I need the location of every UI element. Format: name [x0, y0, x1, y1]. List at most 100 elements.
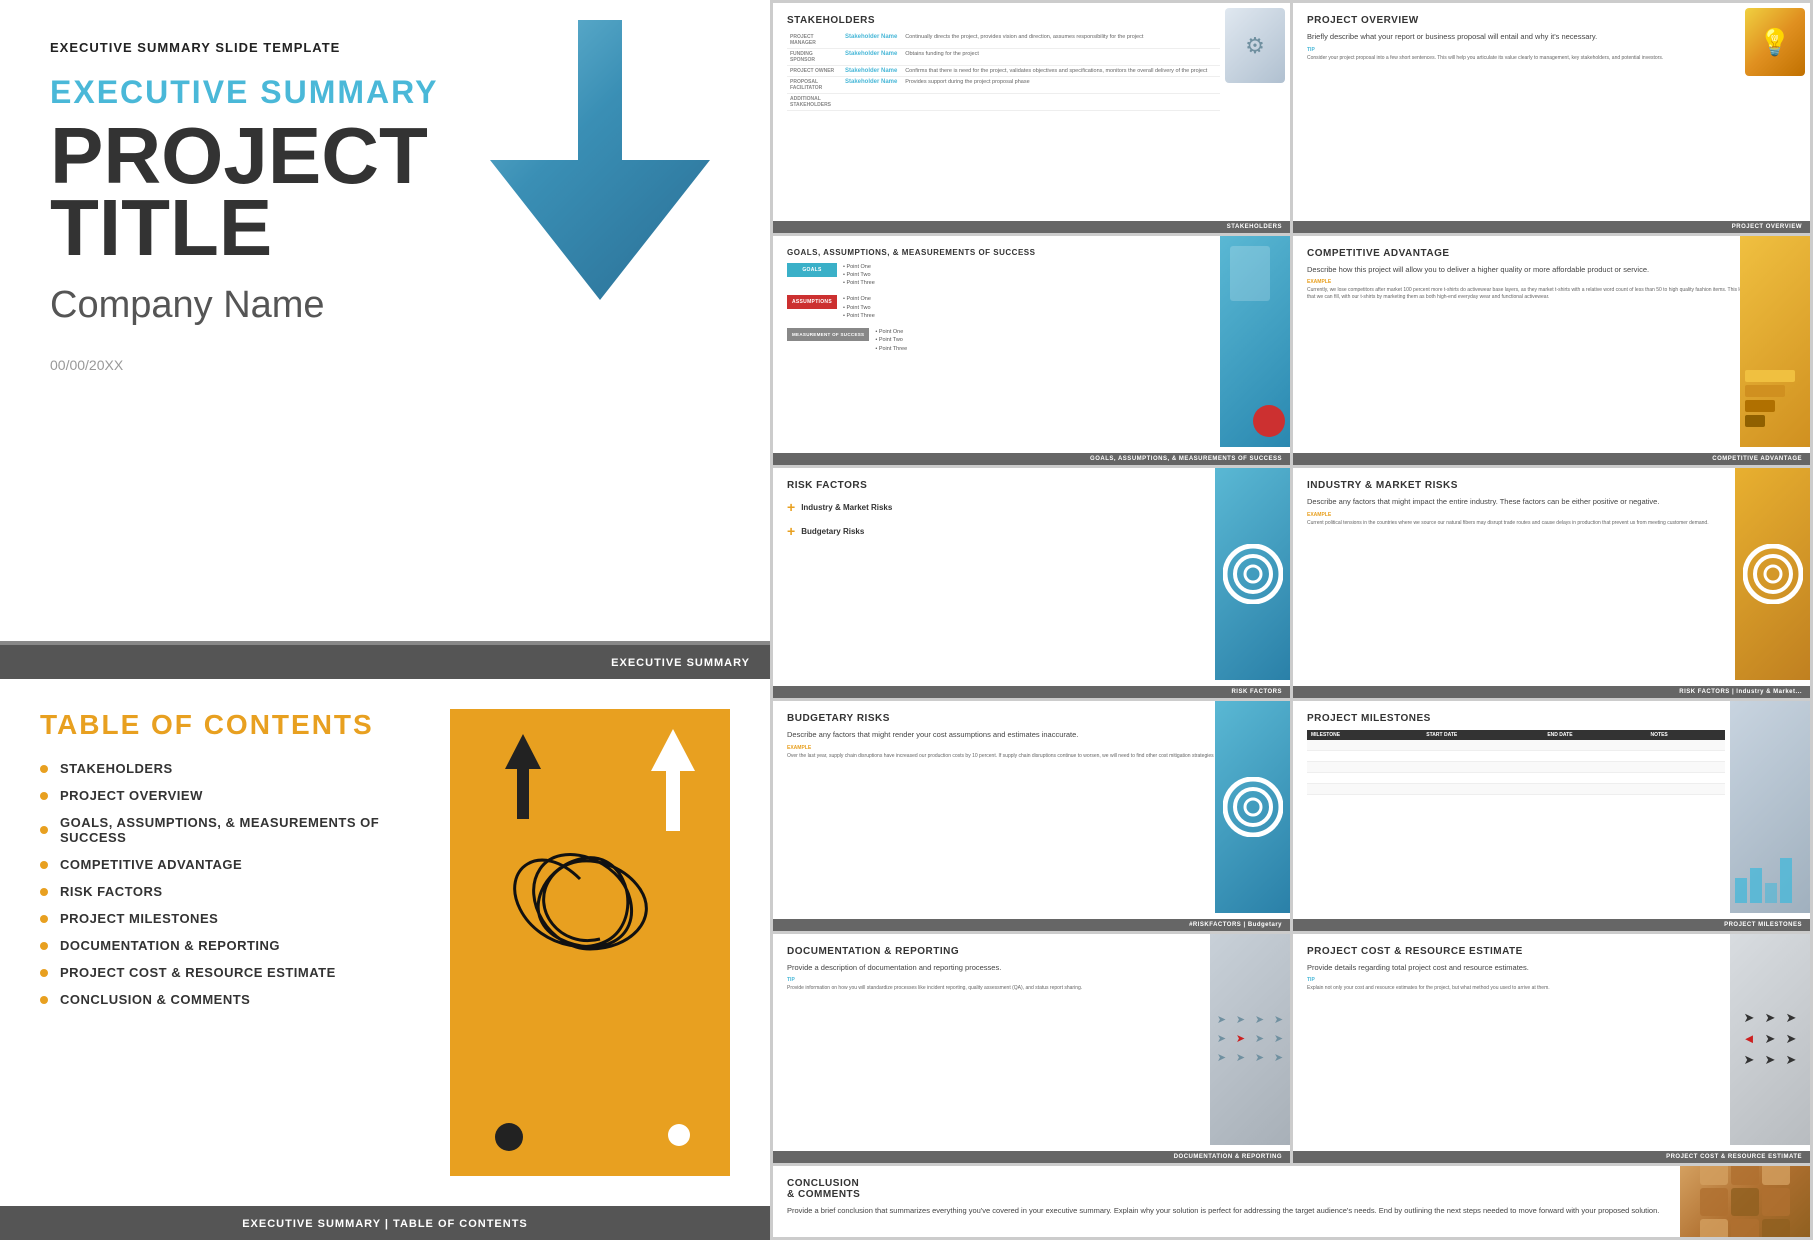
main-container: EXECUTIVE SUMMARY SLIDE TEMPLATE EXECUTI… [0, 0, 1813, 1240]
toc-bullet [40, 969, 48, 977]
risk-item-industry: + Industry & Market Risks [787, 499, 1276, 515]
risk-maze-img [1215, 468, 1290, 680]
slide-toc: TABLE OF CONTENTS STAKEHOLDERS PROJECT O… [0, 679, 770, 1240]
documentation-tip-label: TIP [787, 977, 1205, 983]
toc-text: DOCUMENTATION & REPORTING [60, 938, 280, 953]
project-overview-title: PROJECT OVERVIEW [1307, 15, 1796, 26]
risk-text-budgetary: Budgetary Risks [801, 527, 864, 536]
toc-item-documentation: DOCUMENTATION & REPORTING [40, 938, 430, 953]
goals-label-assumptions: ASSUMPTIONS [787, 295, 837, 309]
toc-bullet [40, 826, 48, 834]
mini-slide-industry-risks: INDUSTRY & MARKET RISKS Describe any fac… [1293, 468, 1810, 698]
toc-item-goals: GOALS, ASSUMPTIONS, & MEASUREMENTS OF SU… [40, 815, 430, 845]
goals-row-goals: GOALS • Point One• Point Two• Point Thre… [787, 263, 1276, 288]
industry-risks-example-body: Current political tensions in the countr… [1307, 520, 1796, 527]
mini-slide-budgetary-risks: BUDGETARY RISKS Describe any factors tha… [773, 701, 1290, 931]
slide-executive-summary: EXECUTIVE SUMMARY SLIDE TEMPLATE EXECUTI… [0, 0, 770, 645]
risk-item-budgetary: + Budgetary Risks [787, 523, 1276, 539]
competitive-advantage-title: COMPETITIVE ADVANTAGE [1307, 248, 1796, 259]
toc-bullet [40, 792, 48, 800]
maze-svg-budgetary [1223, 777, 1283, 837]
goals-points-goals: • Point One• Point Two• Point Three [843, 263, 875, 288]
toc-text: RISK FACTORS [60, 884, 163, 899]
stakeholders-title: STAKEHOLDERS [787, 15, 1220, 26]
toc-item-conclusion: CONCLUSION & COMMENTS [40, 992, 430, 1007]
project-cost-title: PROJECT COST & RESOURCE ESTIMATE [1307, 946, 1725, 957]
maze-svg-orange [1743, 544, 1803, 604]
project-milestones-footer: PROJECT MILESTONES [1293, 919, 1810, 931]
toc-content: TABLE OF CONTENTS STAKEHOLDERS PROJECT O… [0, 679, 770, 1206]
comp-adv-img [1740, 236, 1810, 448]
slide1-footer: EXECUTIVE SUMMARY [0, 645, 770, 679]
toc-bullet [40, 765, 48, 773]
toc-bottom-circle-white [668, 1124, 690, 1146]
mini-slide-project-overview: PROJECT OVERVIEW Briefly describe what y… [1293, 3, 1810, 233]
comp-adv-example-body: Currently, we lose competitors after mar… [1307, 287, 1796, 301]
toc-item-milestones: PROJECT MILESTONES [40, 911, 430, 926]
toc-item-cost: PROJECT COST & RESOURCE ESTIMATE [40, 965, 430, 980]
project-cost-body: Provide details regarding total project … [1307, 963, 1725, 974]
toc-bullet [40, 996, 48, 1004]
stakeholders-img: ⚙ [1225, 8, 1285, 83]
arrow-image-area [490, 20, 750, 340]
toc-bullet [40, 942, 48, 950]
risk-plus-items: + Industry & Market Risks + Budgetary Ri… [787, 499, 1276, 539]
documentation-footer: DOCUMENTATION & REPORTING [773, 1151, 1290, 1163]
toc-text: CONCLUSION & COMMENTS [60, 992, 250, 1007]
goals-footer: GOALS, ASSUMPTIONS, & MEASUREMENTS OF SU… [773, 453, 1290, 465]
stakeholders-footer: STAKEHOLDERS [773, 221, 1290, 233]
goals-row-measurement: MEASUREMENT OF SUCCESS • Point One• Poin… [787, 328, 1276, 353]
industry-risks-footer: RISK FACTORS | Industry & Market... [1293, 686, 1810, 698]
project-overview-body: Briefly describe what your report or bus… [1307, 32, 1796, 43]
budgetary-risks-body: Describe any factors that might render y… [787, 730, 1276, 741]
goals-points-assumptions: • Point One• Point Two• Point Three [843, 295, 875, 320]
documentation-title: DOCUMENTATION & REPORTING [787, 946, 1205, 957]
goals-points-measurement: • Point One• Point Two• Point Three [875, 328, 907, 353]
industry-risks-title: INDUSTRY & MARKET RISKS [1307, 480, 1796, 491]
toc-item-project-overview: PROJECT OVERVIEW [40, 788, 430, 803]
plus-icon-budgetary: + [787, 523, 795, 539]
risk-factors-title: RISK FACTORS [787, 480, 1276, 491]
industry-risks-body: Describe any factors that might impact t… [1307, 497, 1796, 508]
budgetary-risks-title: BUDGETARY RISKS [787, 713, 1276, 724]
documentation-tip-body: Provide information on how you will stan… [787, 985, 1205, 992]
documentation-body: Provide a description of documentation a… [787, 963, 1205, 974]
right-panel: STAKEHOLDERS PROJECT MANAGER Stakeholder… [770, 0, 1813, 1240]
budgetary-risks-example-body: Over the last year, supply chain disrupt… [787, 753, 1276, 760]
risk-text-industry: Industry & Market Risks [801, 503, 892, 512]
goals-label-goals: GOALS [787, 263, 837, 277]
project-overview-tip-label: TIP [1307, 47, 1796, 53]
project-cost-tip-body: Explain not only your cost and resource … [1307, 985, 1725, 992]
slide1-date: 00/00/20XX [50, 357, 720, 373]
comp-adv-footer: COMPETITIVE ADVANTAGE [1293, 453, 1810, 465]
toc-text: PROJECT OVERVIEW [60, 788, 203, 803]
project-overview-img: 💡 [1745, 8, 1805, 76]
toc-text: GOALS, ASSUMPTIONS, & MEASUREMENTS OF SU… [60, 815, 430, 845]
toc-item-stakeholders: STAKEHOLDERS [40, 761, 430, 776]
goals-block: GOALS • Point One• Point Two• Point Thre… [787, 263, 1276, 353]
project-cost-tip-label: TIP [1307, 977, 1725, 983]
mini-slide-goals: GOALS, ASSUMPTIONS, & MEASUREMENTS OF SU… [773, 236, 1290, 466]
mini-slide-documentation: DOCUMENTATION & REPORTING Provide a desc… [773, 934, 1290, 1164]
arrow-shape [490, 20, 710, 300]
left-panel: EXECUTIVE SUMMARY SLIDE TEMPLATE EXECUTI… [0, 0, 770, 1240]
project-milestones-title: PROJECT MILESTONES [1307, 713, 1725, 724]
goals-right-img [1220, 236, 1290, 448]
comp-adv-example-label: EXAMPLE [1307, 279, 1796, 285]
milestones-table: MILESTONE START DATE END DATE NOTES [1307, 730, 1725, 795]
toc-footer: EXECUTIVE SUMMARY | TABLE OF CONTENTS [0, 1206, 770, 1240]
industry-maze-img [1735, 468, 1810, 680]
goals-row-assumptions: ASSUMPTIONS • Point One• Point Two• Poin… [787, 295, 1276, 320]
mini-slide-project-cost: PROJECT COST & RESOURCE ESTIMATE Provide… [1293, 934, 1810, 1164]
project-cost-footer: PROJECT COST & RESOURCE ESTIMATE [1293, 1151, 1810, 1163]
maze-svg-cyan [1223, 544, 1283, 604]
goals-title: GOALS, ASSUMPTIONS, & MEASUREMENTS OF SU… [787, 248, 1276, 257]
conclusion-img [1680, 1166, 1810, 1237]
toc-item-competitive: COMPETITIVE ADVANTAGE [40, 857, 430, 872]
goals-label-measurement: MEASUREMENT OF SUCCESS [787, 328, 869, 341]
toc-bullet [40, 915, 48, 923]
industry-risks-example-label: EXAMPLE [1307, 512, 1796, 518]
conclusion-body: Provide a brief conclusion that summariz… [787, 1206, 1680, 1217]
stakeholders-table: PROJECT MANAGER Stakeholder Name Continu… [787, 32, 1220, 111]
mini-slide-project-milestones: PROJECT MILESTONES MILESTONE START DATE … [1293, 701, 1810, 931]
